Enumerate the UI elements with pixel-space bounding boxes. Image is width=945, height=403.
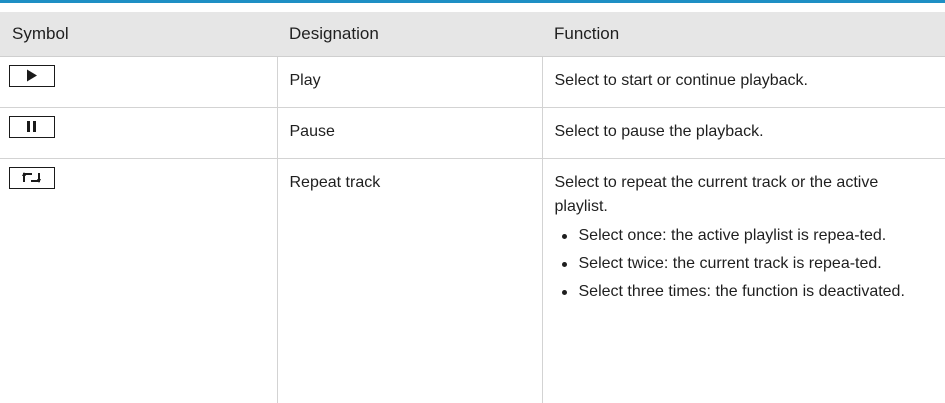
function-bullet-list: Select once: the active playlist is repe…	[555, 225, 930, 303]
table-header-row: Symbol Designation Function	[0, 12, 945, 57]
table-row: Repeat track Select to repeat the curren…	[0, 159, 945, 403]
header-symbol: Symbol	[0, 12, 277, 57]
function-text: Select to repeat the current track or th…	[555, 171, 930, 219]
symbol-cell	[0, 57, 277, 108]
play-icon	[9, 65, 55, 87]
table-row: Play Select to start or continue playbac…	[0, 57, 945, 108]
function-cell: Select to pause the playback.	[542, 108, 945, 159]
symbol-cell	[0, 108, 277, 159]
list-item: Select once: the active playlist is repe…	[555, 225, 930, 247]
table-row: Pause Select to pause the playback.	[0, 108, 945, 159]
repeat-icon	[9, 167, 55, 189]
top-accent-rule	[0, 0, 945, 3]
pause-icon	[9, 116, 55, 138]
list-item: Select twice: the current track is repea…	[555, 253, 930, 275]
symbol-table: Symbol Designation Function Play Select …	[0, 12, 945, 403]
header-function: Function	[542, 12, 945, 57]
function-cell: Select to start or continue playback.	[542, 57, 945, 108]
list-item: Select three times: the function is deac…	[555, 281, 930, 303]
designation-cell: Pause	[277, 108, 542, 159]
symbol-cell	[0, 159, 277, 403]
header-designation: Designation	[277, 12, 542, 57]
designation-cell: Play	[277, 57, 542, 108]
designation-cell: Repeat track	[277, 159, 542, 403]
function-cell: Select to repeat the current track or th…	[542, 159, 945, 403]
